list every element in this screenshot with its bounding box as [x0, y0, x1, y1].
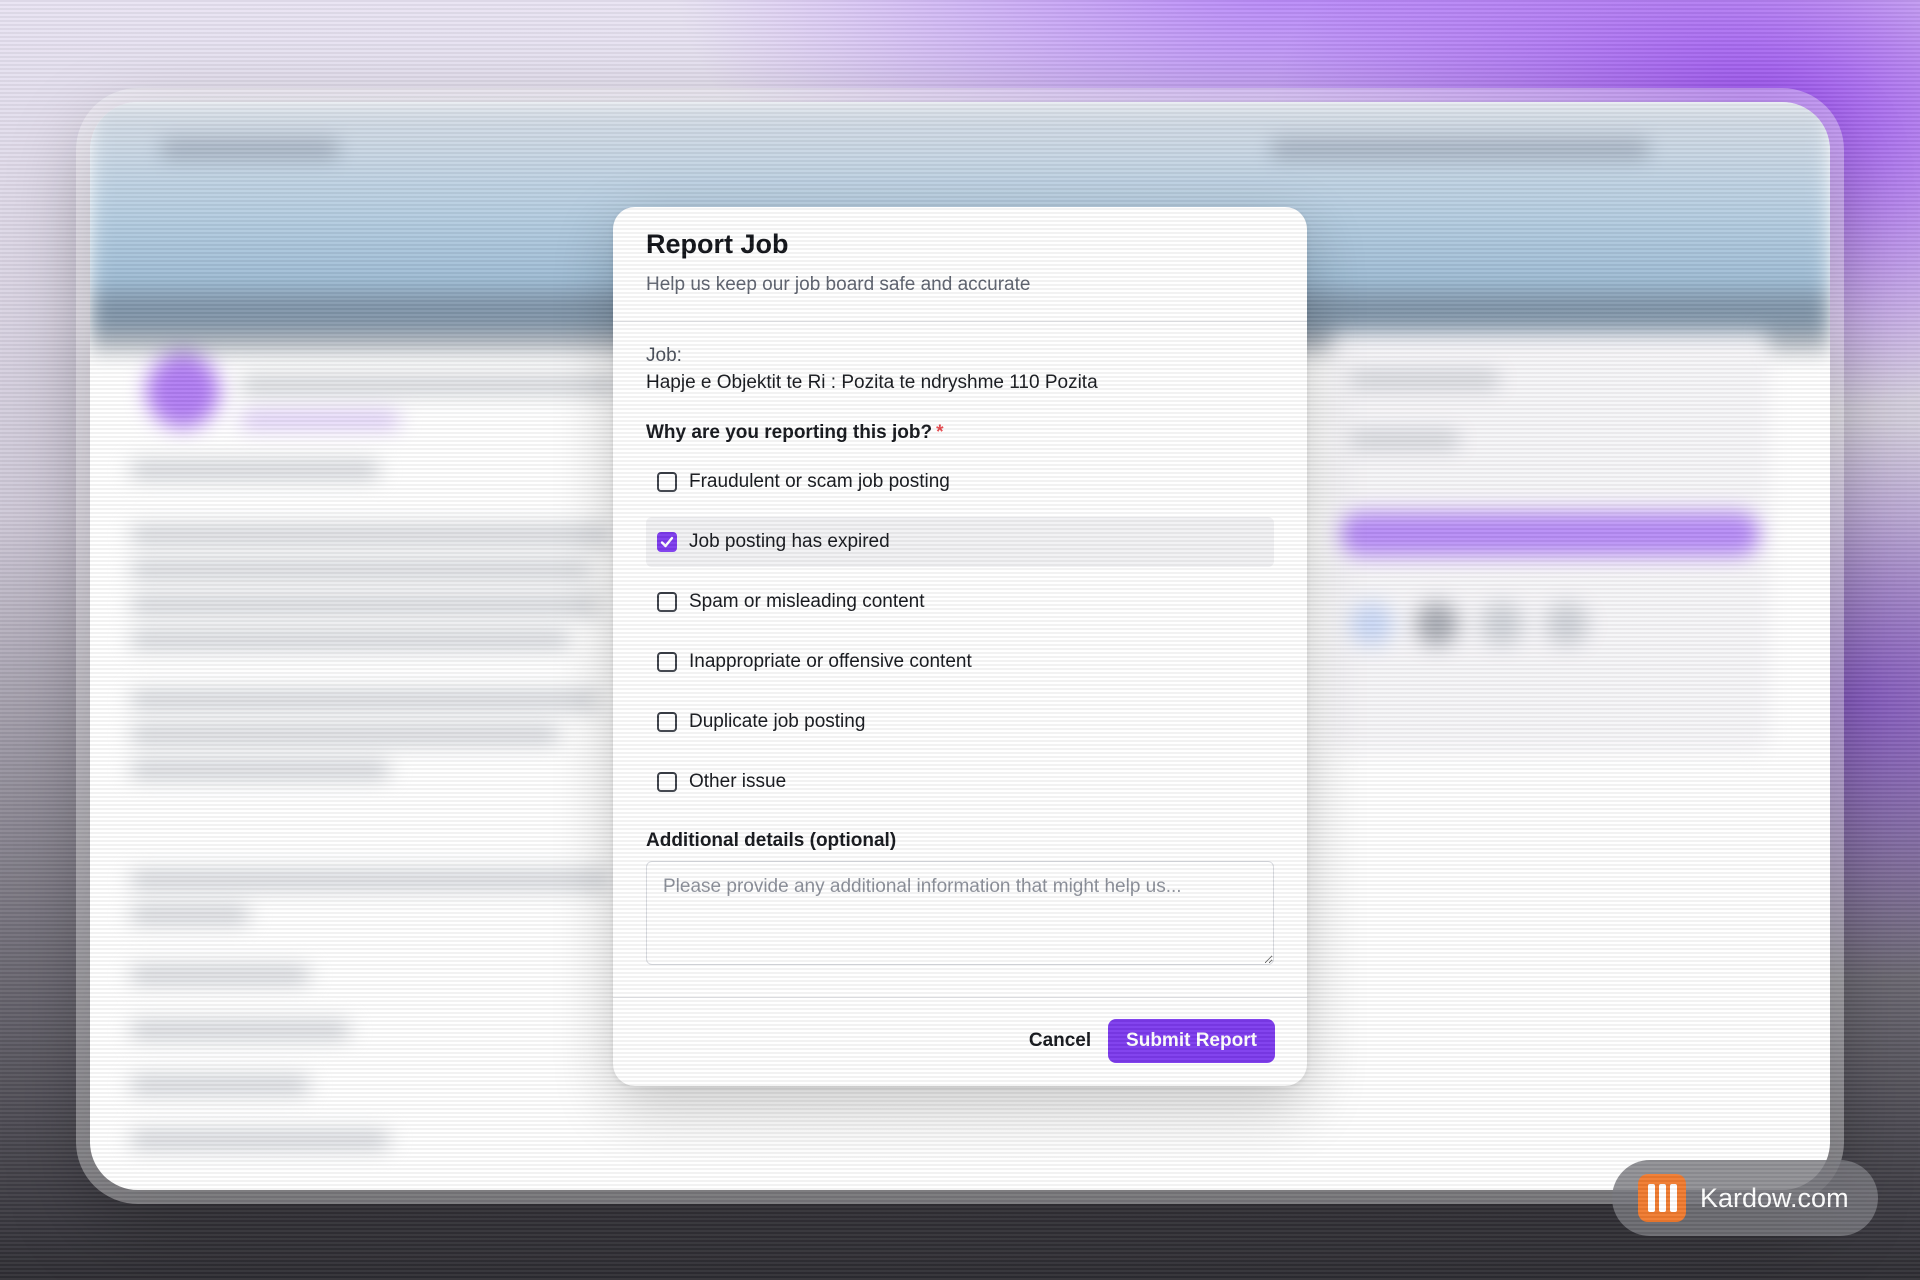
background-text — [130, 527, 610, 543]
background-text — [130, 692, 600, 708]
reason-option-inappropriate[interactable]: Inappropriate or offensive content — [646, 637, 1274, 687]
job-title: Hapje e Objektit te Ri : Pozita te ndrys… — [646, 372, 1098, 393]
background-nav-right — [1270, 140, 1650, 158]
background-text — [130, 727, 560, 743]
background-share-icon — [1545, 602, 1589, 646]
checkbox-checked[interactable] — [657, 532, 677, 552]
cancel-button[interactable]: Cancel — [1003, 1019, 1117, 1063]
reason-option-fraudulent[interactable]: Fraudulent or scam job posting — [646, 457, 1274, 507]
modal-subtitle: Help us keep our job board safe and accu… — [646, 274, 1031, 295]
background-text — [130, 762, 390, 778]
background-text — [130, 1132, 390, 1148]
modal-header: Report Job Help us keep our job board sa… — [613, 207, 1307, 322]
modal-title: Report Job — [646, 229, 789, 259]
reason-option-label: Other issue — [689, 771, 787, 792]
checkbox[interactable] — [657, 472, 677, 492]
additional-details-textarea[interactable] — [646, 861, 1274, 965]
background-company-logo — [146, 354, 220, 428]
reason-option-other[interactable]: Other issue — [646, 757, 1274, 807]
additional-details-label: Additional details (optional) — [646, 830, 897, 851]
reason-question-text: Why are you reporting this job? — [646, 422, 933, 443]
reason-option-label: Inappropriate or offensive content — [689, 651, 972, 672]
background-text — [130, 1077, 310, 1093]
reason-option-label: Job posting has expired — [689, 531, 890, 552]
reason-question: Why are you reporting this job? * — [646, 422, 943, 444]
watermark-text: Kardow.com — [1700, 1182, 1849, 1213]
checkbox[interactable] — [657, 652, 677, 672]
background-text — [130, 597, 600, 613]
reason-option-spam[interactable]: Spam or misleading content — [646, 577, 1274, 627]
background-share-icon — [1350, 602, 1394, 646]
modal-footer: Cancel Submit Report — [613, 997, 1307, 1086]
checkbox[interactable] — [657, 772, 677, 792]
background-text — [130, 967, 310, 983]
kardow-watermark: Kardow.com — [1612, 1160, 1878, 1236]
reason-option-label: Spam or misleading content — [689, 591, 925, 612]
background-text — [130, 907, 250, 923]
background-text — [130, 872, 610, 888]
submit-report-button[interactable]: Submit Report — [1108, 1019, 1275, 1063]
report-job-modal: Report Job Help us keep our job board sa… — [613, 207, 1307, 1086]
reason-option-label: Fraudulent or scam job posting — [689, 471, 950, 492]
reason-option-duplicate[interactable]: Duplicate job posting — [646, 697, 1274, 747]
background-text — [130, 632, 570, 648]
checkbox[interactable] — [657, 592, 677, 612]
kardow-logo-icon — [1638, 1174, 1686, 1222]
background-text — [130, 462, 380, 478]
checkmark-icon — [660, 536, 674, 548]
background-text — [240, 412, 400, 428]
background-apply-button — [1340, 512, 1760, 556]
background-text — [130, 1022, 350, 1038]
background-text — [240, 377, 620, 393]
background-share-icon — [1480, 602, 1524, 646]
required-asterisk: * — [936, 422, 944, 443]
background-text — [130, 562, 590, 578]
reason-option-expired[interactable]: Job posting has expired — [646, 517, 1274, 567]
background-text — [1350, 372, 1500, 388]
background-share-icon — [1415, 602, 1459, 646]
checkbox[interactable] — [657, 712, 677, 732]
job-label: Job: — [646, 345, 682, 366]
background-nav — [160, 140, 340, 158]
background-text — [1350, 432, 1460, 448]
reason-option-label: Duplicate job posting — [689, 711, 866, 732]
